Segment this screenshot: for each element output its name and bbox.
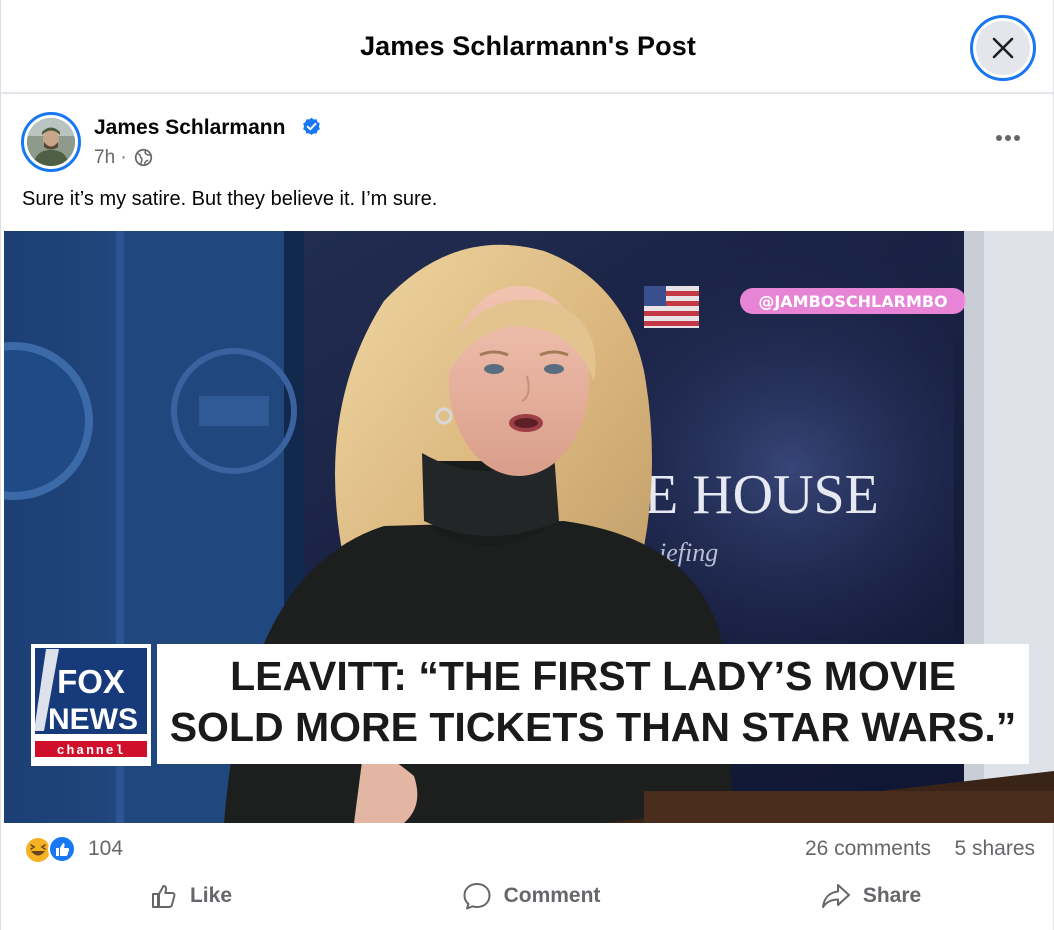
close-button[interactable] <box>970 15 1036 81</box>
thumbs-up-icon <box>151 885 176 908</box>
post-author-row: James Schlarmann 7h · <box>21 112 1035 172</box>
like-button[interactable]: Like <box>101 870 281 922</box>
headline-line-1: LEAVITT: “THE FIRST LADY’S MOVIE <box>230 653 956 699</box>
globe-icon <box>134 148 153 167</box>
watermark: @JAMBOSCHLARMBO <box>740 288 966 314</box>
more-dot-icon <box>1014 135 1020 141</box>
logo-line-1: FOX <box>57 663 125 700</box>
comment-icon <box>463 883 491 910</box>
like-label: Like <box>189 884 233 907</box>
more-dot-icon <box>1005 135 1011 141</box>
profile-photo <box>27 118 75 166</box>
post-timestamp[interactable]: 7h · <box>94 147 127 169</box>
verified-badge-icon <box>303 117 320 136</box>
post-dialog: James Schlarmann's Post James Schlarmann… <box>0 0 1054 930</box>
like-icon <box>48 835 76 863</box>
post-image[interactable]: E HOUSE iefing @JAMBOSCHLARMBO FOX NEWS … <box>4 231 1054 823</box>
watermark-text: @JAMBOSCHLARMBO <box>758 292 947 311</box>
more-dot-icon <box>996 135 1002 141</box>
comment-button[interactable]: Comment <box>431 870 631 922</box>
post-actions: Like Comment Share <box>1 870 1054 922</box>
post-text: Sure it’s my satire. But they believe it… <box>22 188 438 210</box>
share-label: Share <box>862 884 922 907</box>
reaction-count[interactable]: 104 <box>88 837 123 861</box>
fox-news-logo: FOX NEWS channel <box>31 644 151 766</box>
share-arrow-icon <box>821 884 850 908</box>
post-image-graphic: E HOUSE iefing @JAMBOSCHLARMBO FOX NEWS … <box>4 231 1054 823</box>
dialog-title: James Schlarmann's Post <box>360 31 696 61</box>
comment-label: Comment <box>503 884 601 907</box>
engagement-stats: 104 26 comments 5 shares <box>23 832 1035 866</box>
close-icon <box>992 37 1014 59</box>
haha-icon <box>24 836 52 863</box>
comments-count[interactable]: 26 comments <box>805 837 931 861</box>
reactions-summary[interactable] <box>23 835 79 863</box>
avatar[interactable] <box>21 112 81 172</box>
logo-line-2: NEWS <box>48 703 138 736</box>
more-options-button[interactable] <box>993 128 1023 148</box>
dialog-header: James Schlarmann's Post <box>1 0 1054 94</box>
backdrop-text: E HOUSE <box>644 464 879 526</box>
share-button[interactable]: Share <box>781 870 961 922</box>
logo-line-3: channel <box>57 743 126 758</box>
flag-graphic <box>644 286 699 328</box>
headline-banner: LEAVITT: “THE FIRST LADY’S MOVIE SOLD MO… <box>157 644 1029 764</box>
author-name[interactable]: James Schlarmann <box>94 116 285 140</box>
shares-count[interactable]: 5 shares <box>954 837 1035 861</box>
headline-line-2: SOLD MORE TICKETS THAN STAR WARS.” <box>170 704 1017 750</box>
